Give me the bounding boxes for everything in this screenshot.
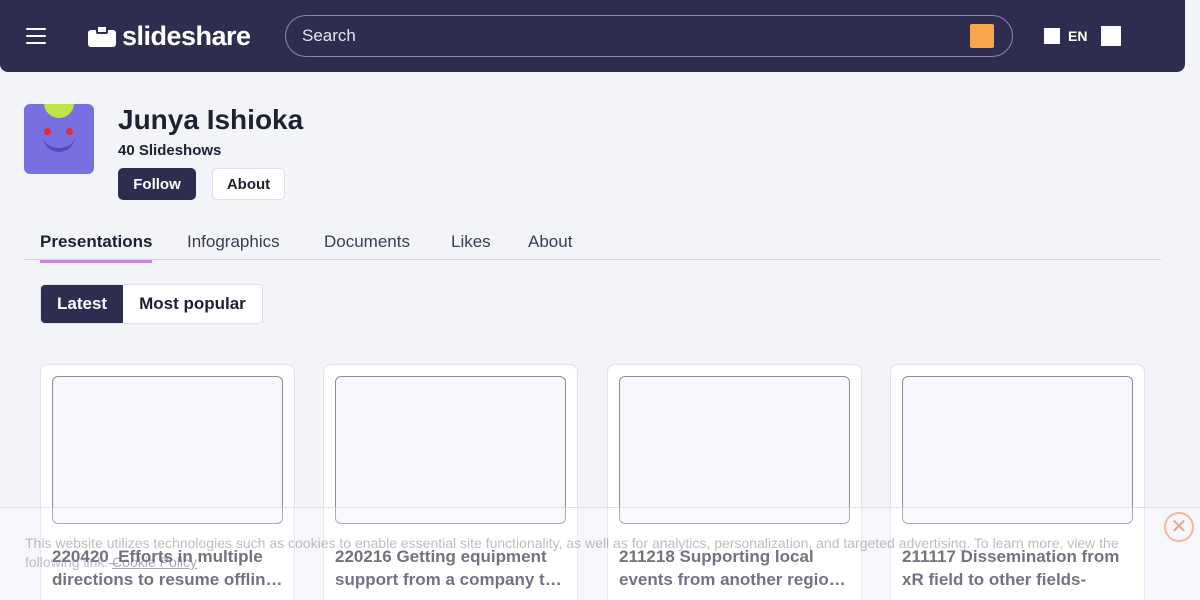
tab-presentations[interactable]: Presentations [40,232,153,263]
presentation-thumbnail[interactable] [619,376,850,524]
about-button[interactable]: About [212,168,285,200]
close-icon[interactable]: ✕ [1164,512,1194,542]
user-icon[interactable] [1101,26,1122,46]
search-input[interactable] [302,16,942,56]
slideshare-logo[interactable]: slideshare [88,20,251,52]
top-navigation-bar: slideshare EN [0,0,1185,72]
tab-about[interactable]: About [528,232,572,260]
slideshow-count: 40 Slideshows [118,142,222,159]
language-selector[interactable]: EN [1044,26,1122,46]
cookie-banner: This website utilizes technologies such … [0,507,1200,600]
logo-text: slideshare [122,20,251,51]
search-icon[interactable] [970,24,994,48]
follow-button[interactable]: Follow [118,168,196,200]
language-label: EN [1068,28,1088,44]
cookie-policy-link[interactable]: Cookie Policy [112,554,197,570]
profile-tabs: Presentations Infographics Documents Lik… [24,228,1161,263]
search-bar [285,15,1013,57]
presentation-thumbnail[interactable] [902,376,1133,524]
cookie-text: This website utilizes technologies such … [25,535,1119,570]
presentation-thumbnail[interactable] [335,376,566,524]
tab-infographics[interactable]: Infographics [187,232,280,260]
hamburger-menu-icon[interactable] [26,28,46,44]
avatar[interactable] [24,104,94,174]
slideshare-logo-icon [88,25,116,47]
profile-name: Junya Ishioka [118,104,304,135]
tab-likes[interactable]: Likes [451,232,491,260]
sort-popular-button[interactable]: Most popular [123,285,262,323]
tab-documents[interactable]: Documents [324,232,410,260]
presentation-thumbnail[interactable] [52,376,283,524]
globe-icon [1044,28,1060,44]
sort-toggle: Latest Most popular [40,284,263,324]
sort-latest-button[interactable]: Latest [41,285,124,323]
